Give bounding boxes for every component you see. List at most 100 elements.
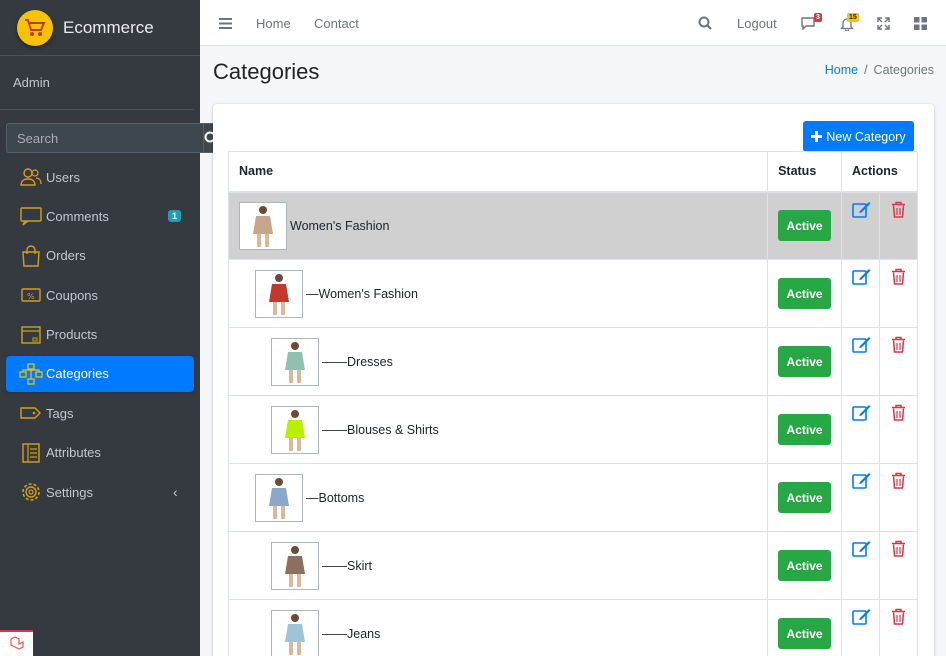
sidebar-item-coupons[interactable]: % Coupons: [6, 277, 194, 313]
trash-icon[interactable]: [891, 268, 906, 285]
sidebar-item-categories[interactable]: Categories: [6, 355, 194, 392]
edit-cell: [841, 599, 880, 656]
sidebar-item-attributes[interactable]: Attributes: [6, 435, 194, 471]
logout-link[interactable]: Logout: [737, 0, 777, 46]
edit-icon[interactable]: [852, 268, 871, 285]
trash-icon[interactable]: [891, 540, 906, 557]
navbar-search-icon[interactable]: [698, 0, 712, 46]
sidebar-search-input[interactable]: [6, 123, 203, 153]
edit-cell: [841, 395, 880, 464]
hamburger-menu-icon[interactable]: [219, 0, 232, 46]
status-toggle-button[interactable]: Active: [778, 550, 832, 581]
sidebar-item-tags[interactable]: Tags: [6, 395, 194, 431]
new-category-button[interactable]: New Category: [803, 121, 914, 152]
category-name: Bottoms: [318, 490, 365, 505]
laravel-debugbar-icon[interactable]: [0, 630, 33, 656]
table-row: —— Skirt Active: [227, 531, 918, 600]
category-name: Women's Fashion: [290, 218, 390, 233]
trash-icon[interactable]: [891, 336, 906, 353]
table-body: Women's Fashion Active — Women's Fashion Ac…: [227, 191, 918, 656]
category-thumbnail: [255, 473, 303, 522]
table-row: — Women's Fashion Active: [227, 259, 918, 328]
sidebar-item-settings[interactable]: Settings ‹: [6, 474, 194, 510]
notifications-badge: 15: [847, 13, 859, 22]
sidebar-item-label: Users: [46, 169, 80, 185]
sidebar-item-comments[interactable]: Comments 1: [6, 198, 194, 234]
status-toggle-button[interactable]: Active: [778, 346, 832, 377]
trash-icon[interactable]: [891, 472, 906, 489]
tag-icon: [18, 400, 44, 426]
top-navbar: Home Contact Logout 3 15: [200, 0, 946, 46]
delete-cell: [879, 531, 918, 600]
categories-table: Name Status Actions Women's Fashion Activ…: [227, 151, 918, 656]
coupon-icon: %: [18, 282, 44, 308]
breadcrumb-home-link[interactable]: Home: [825, 63, 858, 77]
table-row: — Bottoms Active: [227, 463, 918, 532]
category-thumbnail: [239, 201, 287, 250]
column-header-actions: Actions: [841, 151, 918, 193]
column-header-status[interactable]: Status: [767, 151, 843, 193]
trash-icon[interactable]: [891, 404, 906, 421]
thumb-swatch: [285, 555, 305, 574]
sidebar-item-label: Categories: [46, 366, 109, 382]
plus-icon: [811, 131, 823, 142]
edit-icon[interactable]: [852, 404, 871, 421]
category-name-prefix: —: [306, 286, 319, 301]
category-name: Jeans: [347, 626, 381, 641]
status-cell: Active: [767, 599, 843, 656]
sidebar-nav: Users Comments 1 Orders % Coupons Produc…: [0, 159, 200, 510]
table-row: —— Jeans Active: [227, 599, 918, 656]
trash-icon[interactable]: [891, 608, 906, 625]
category-name-wrap: Women's Fashion: [229, 201, 767, 250]
edit-icon[interactable]: [852, 472, 871, 489]
user-name: Admin: [13, 75, 50, 90]
sidebar-item-label: Comments: [46, 208, 109, 224]
thumb-swatch: [269, 487, 289, 506]
status-cell: Active: [767, 395, 843, 464]
sidebar-item-label: Products: [46, 327, 98, 343]
table-row: —— Blouses & Shirts Active: [227, 395, 918, 464]
shopping-cart-logo-icon: [17, 9, 53, 46]
gear-icon: [18, 479, 44, 505]
list-icon: [18, 440, 44, 466]
status-toggle-button[interactable]: Active: [778, 482, 832, 513]
sidebar-item-products[interactable]: Products: [6, 317, 194, 353]
fullscreen-icon[interactable]: [877, 0, 890, 46]
name-cell: Women's Fashion: [227, 191, 769, 260]
control-sidebar-grid-icon[interactable]: [914, 0, 927, 46]
table-row: —— Dresses Active: [227, 327, 918, 396]
category-name: Skirt: [347, 558, 372, 573]
table-header-row: Name Status Actions: [227, 151, 918, 193]
status-toggle-button[interactable]: Active: [778, 210, 832, 242]
edit-cell: [841, 463, 880, 532]
notifications-bell-icon[interactable]: [840, 0, 854, 46]
edit-icon[interactable]: [852, 540, 871, 557]
status-cell: Active: [767, 463, 843, 532]
brand-link[interactable]: Ecommerce: [0, 0, 200, 56]
category-name-prefix: ——: [322, 558, 347, 573]
name-cell: — Women's Fashion: [227, 259, 769, 328]
messages-icon[interactable]: [800, 0, 816, 46]
chevron-left-icon[interactable]: ‹: [173, 484, 178, 500]
sidebar-item-label: Attributes: [46, 445, 101, 461]
category-thumbnail: [255, 269, 303, 318]
thumb-swatch: [285, 351, 305, 370]
status-toggle-button[interactable]: Active: [778, 278, 832, 309]
status-cell: Active: [767, 191, 843, 260]
nav-contact-link[interactable]: Contact: [314, 0, 359, 46]
sidebar-item-users[interactable]: Users: [6, 159, 194, 195]
edit-cell: [841, 327, 880, 396]
edit-icon[interactable]: [852, 608, 871, 625]
edit-icon[interactable]: [852, 201, 871, 218]
sidebar-item-orders[interactable]: Orders: [6, 238, 194, 274]
status-toggle-button[interactable]: Active: [778, 618, 832, 649]
trash-icon[interactable]: [891, 201, 906, 218]
nav-home-link[interactable]: Home: [256, 0, 291, 46]
category-name-wrap: —— Blouses & Shirts: [229, 405, 767, 454]
status-toggle-button[interactable]: Active: [778, 414, 832, 445]
column-header-name[interactable]: Name: [227, 151, 769, 193]
delete-cell: [879, 599, 918, 656]
edit-icon[interactable]: [852, 336, 871, 353]
user-panel[interactable]: Admin: [0, 56, 194, 110]
delete-cell: [879, 327, 918, 396]
